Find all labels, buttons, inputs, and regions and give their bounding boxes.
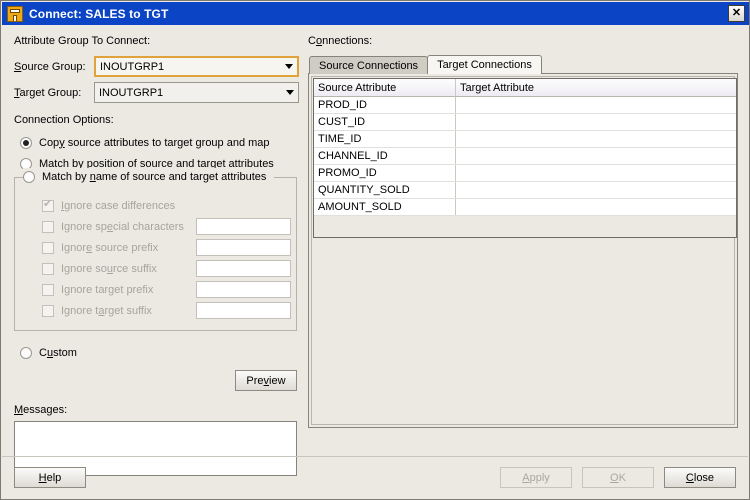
table-row[interactable]: TIME_ID xyxy=(314,131,736,148)
radio-copy-source-attributes[interactable]: Copy source attributes to target group a… xyxy=(14,133,299,152)
ignore-special-characters-input xyxy=(196,218,291,235)
cell-source-attribute[interactable]: TIME_ID xyxy=(314,131,456,147)
tab-panel: Source Attribute Target Attribute PROD_I… xyxy=(308,73,738,428)
checkbox-indicator xyxy=(42,305,54,317)
source-group-value: INOUTGRP1 xyxy=(96,61,280,73)
checkbox-indicator xyxy=(42,221,54,233)
title-bar: Connect: SALES to TGT ✕ xyxy=(2,2,750,25)
radio-label: Match by name of source and target attri… xyxy=(42,171,266,183)
source-group-row: Source Group: INOUTGRP1 xyxy=(14,56,299,77)
grid-body: PROD_IDCUST_IDTIME_IDCHANNEL_IDPROMO_IDQ… xyxy=(314,97,736,216)
option-ignore-target-prefix: Ignore target prefix xyxy=(15,279,296,300)
preview-button[interactable]: Preview xyxy=(235,370,297,391)
messages-label: Messages: xyxy=(14,404,299,416)
connections-label: Connections: xyxy=(308,35,738,47)
checkbox-indicator xyxy=(42,284,54,296)
table-row[interactable]: CHANNEL_ID xyxy=(314,148,736,165)
checkbox-indicator xyxy=(42,242,54,254)
option-ignore-target-suffix: Ignore target suffix xyxy=(15,300,296,321)
grid-empty-area xyxy=(314,216,736,237)
connection-options-panel: Attribute Group To Connect: Source Group… xyxy=(14,35,299,476)
checkbox-label: Ignore target prefix xyxy=(61,284,196,296)
ok-button: OK xyxy=(582,467,654,488)
chevron-down-icon xyxy=(280,64,297,69)
connection-options-label: Connection Options: xyxy=(14,114,299,126)
radio-indicator xyxy=(20,347,32,359)
connections-tabs: Source Connections Target Connections xyxy=(309,55,738,74)
cell-source-attribute[interactable]: PROD_ID xyxy=(314,97,456,113)
connections-grid[interactable]: Source Attribute Target Attribute PROD_I… xyxy=(313,78,737,238)
checkbox-indicator xyxy=(42,200,54,212)
close-button[interactable]: ✕ xyxy=(728,5,745,22)
help-button[interactable]: Help xyxy=(14,467,86,488)
cell-target-attribute[interactable] xyxy=(456,131,736,147)
radio-label: Custom xyxy=(39,347,77,359)
table-row[interactable]: AMOUNT_SOLD xyxy=(314,199,736,216)
tab-source-connections[interactable]: Source Connections xyxy=(309,56,428,74)
column-header-target-attribute[interactable]: Target Attribute xyxy=(456,79,736,96)
connections-panel: Connections: Source Connections Target C… xyxy=(308,35,738,428)
table-row[interactable]: PROMO_ID xyxy=(314,165,736,182)
cell-target-attribute[interactable] xyxy=(456,114,736,130)
ignore-source-suffix-input xyxy=(196,260,291,277)
option-ignore-source-suffix: Ignore source suffix xyxy=(15,258,296,279)
option-ignore-source-prefix: Ignore source prefix xyxy=(15,237,296,258)
source-group-dropdown[interactable]: INOUTGRP1 xyxy=(94,56,299,77)
grid-header-row: Source Attribute Target Attribute xyxy=(314,79,736,97)
ignore-target-prefix-input xyxy=(196,281,291,298)
column-header-source-attribute[interactable]: Source Attribute xyxy=(314,79,456,96)
cell-target-attribute[interactable] xyxy=(456,199,736,215)
preview-button-row: Preview xyxy=(14,370,297,391)
target-group-dropdown[interactable]: INOUTGRP1 xyxy=(94,82,299,103)
apply-button: Apply xyxy=(500,467,572,488)
option-ignore-case-differences: Ignore case differences xyxy=(15,195,296,216)
target-group-value: INOUTGRP1 xyxy=(95,87,281,99)
checkbox-indicator xyxy=(42,263,54,275)
table-row[interactable]: PROD_ID xyxy=(314,97,736,114)
source-group-label: Source Group: xyxy=(14,61,94,73)
checkbox-label: Ignore source suffix xyxy=(61,263,196,275)
table-row[interactable]: CUST_ID xyxy=(314,114,736,131)
cell-source-attribute[interactable]: AMOUNT_SOLD xyxy=(314,199,456,215)
option-ignore-special-characters: Ignore special characters xyxy=(15,216,296,237)
checkbox-label: Ignore target suffix xyxy=(61,305,196,317)
tab-target-connections[interactable]: Target Connections xyxy=(427,55,542,74)
cell-source-attribute[interactable]: PROMO_ID xyxy=(314,165,456,181)
tab-panel-inner: Source Attribute Target Attribute PROD_I… xyxy=(311,76,735,425)
tab-label: Source Connections xyxy=(319,60,418,72)
cell-target-attribute[interactable] xyxy=(456,148,736,164)
radio-match-by-name[interactable]: Match by name of source and target attri… xyxy=(23,168,270,186)
match-by-name-group: Match by name of source and target attri… xyxy=(14,177,297,331)
checkbox-label: Ignore case differences xyxy=(61,200,196,212)
module-icon xyxy=(7,6,23,22)
cell-source-attribute[interactable]: QUANTITY_SOLD xyxy=(314,182,456,198)
target-group-label: Target Group: xyxy=(14,87,94,99)
tab-label: Target Connections xyxy=(437,59,532,71)
checkbox-label: Ignore special characters xyxy=(61,221,196,233)
chevron-down-icon xyxy=(281,90,298,95)
radio-indicator xyxy=(20,137,32,149)
footer-divider xyxy=(2,456,748,457)
cell-source-attribute[interactable]: CUST_ID xyxy=(314,114,456,130)
cell-source-attribute[interactable]: CHANNEL_ID xyxy=(314,148,456,164)
ignore-source-prefix-input xyxy=(196,239,291,256)
close-button-footer[interactable]: Close xyxy=(664,467,736,488)
table-row[interactable]: QUANTITY_SOLD xyxy=(314,182,736,199)
cell-target-attribute[interactable] xyxy=(456,182,736,198)
ignore-target-suffix-input xyxy=(196,302,291,319)
checkbox-label: Ignore source prefix xyxy=(61,242,196,254)
connect-dialog-window: Connect: SALES to TGT ✕ Attribute Group … xyxy=(0,0,750,500)
cell-target-attribute[interactable] xyxy=(456,97,736,113)
radio-label: Copy source attributes to target group a… xyxy=(39,137,270,149)
attribute-group-label: Attribute Group To Connect: xyxy=(14,35,299,47)
radio-custom[interactable]: Custom xyxy=(14,343,299,362)
close-icon: ✕ xyxy=(732,8,741,19)
radio-indicator xyxy=(23,171,35,183)
window-title: Connect: SALES to TGT xyxy=(29,7,168,21)
cell-target-attribute[interactable] xyxy=(456,165,736,181)
target-group-row: Target Group: INOUTGRP1 xyxy=(14,82,299,103)
footer-button-row: Apply OK Close xyxy=(500,467,736,488)
